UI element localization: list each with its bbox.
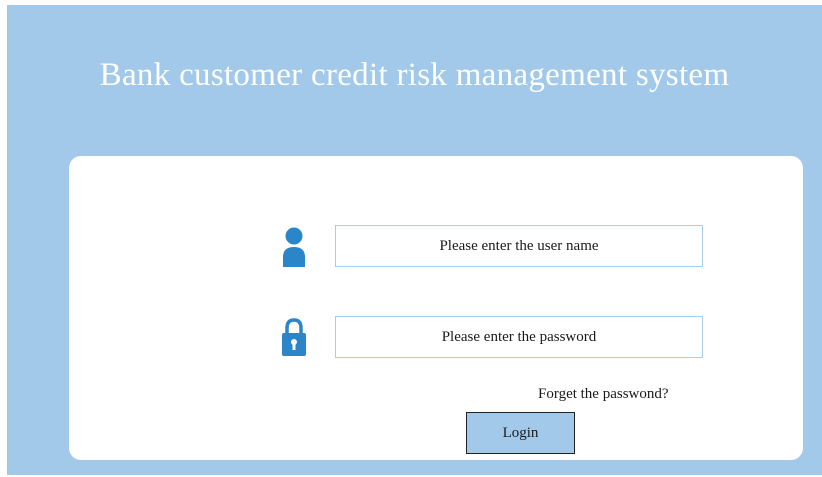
login-page-background: Bank customer credit risk management sys… [7,5,822,475]
user-icon [281,227,307,267]
login-panel: Forget the passwond? Login [69,156,803,460]
page-title: Bank customer credit risk management sys… [99,57,730,93]
username-input[interactable] [335,225,703,267]
forgot-password-link[interactable]: Forget the passwond? [538,386,669,403]
lock-icon [281,317,307,357]
password-input[interactable] [335,316,703,358]
login-button[interactable]: Login [466,412,575,454]
